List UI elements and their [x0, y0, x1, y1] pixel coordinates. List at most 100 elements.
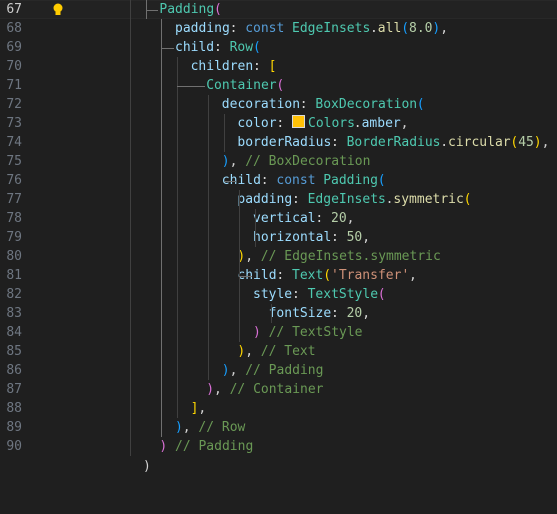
indent-guide-branch	[177, 86, 206, 87]
code-token-partial: )	[143, 459, 151, 474]
code-token: symmetric	[393, 192, 464, 207]
indent-guide	[130, 0, 132, 456]
code-token: const	[245, 21, 293, 36]
code-token: // TextStyle	[268, 325, 363, 340]
code-line[interactable]: 73 color: Colors. amber,	[0, 114, 557, 133]
code-line[interactable]: 79 horizontal: 50,	[0, 228, 557, 247]
code-token: ,	[440, 21, 449, 36]
line-number: 79	[6, 230, 22, 245]
code-token: :	[315, 211, 332, 226]
code-token: ,	[400, 116, 409, 131]
code-token: borderRadius	[237, 135, 332, 150]
code-token: ,	[182, 420, 199, 435]
code-line[interactable]: 81 child: Text('Transfer',	[0, 266, 557, 285]
code-token: )	[253, 325, 261, 340]
line-number: 80	[6, 249, 22, 264]
line-number: 77	[6, 192, 22, 207]
line-number: 68	[6, 21, 22, 36]
lightbulb-icon[interactable]	[52, 3, 64, 16]
code-token: )	[432, 21, 441, 36]
code-line[interactable]: 76 child: const Padding(	[0, 171, 557, 190]
color-swatch-icon[interactable]	[292, 115, 305, 128]
line-number: 82	[6, 287, 22, 302]
indent-guide-branch	[223, 181, 237, 182]
line-number: 76	[6, 173, 22, 188]
code-line[interactable]: 68 padding: const EdgeInsets. all(8.0),	[0, 19, 557, 38]
code-token: padding	[237, 192, 293, 207]
code-token: :	[276, 268, 293, 283]
code-token: .	[440, 135, 449, 150]
code-line[interactable]: 83 fontSize: 20,	[0, 304, 557, 323]
code-token: // Text	[260, 344, 316, 359]
code-token: all	[377, 21, 402, 36]
code-token: ,	[409, 268, 417, 283]
code-token: style	[253, 287, 293, 302]
code-token: )	[175, 420, 183, 435]
code-token: EdgeInsets	[307, 192, 386, 207]
code-token: BorderRadius	[346, 135, 441, 150]
code-token: :	[276, 116, 293, 131]
code-token: color	[237, 116, 277, 131]
code-token: 'Transfer'	[331, 268, 410, 283]
line-number: 73	[6, 116, 22, 131]
code-line[interactable]: 82 style: TextStyle(	[0, 285, 557, 304]
code-token: )	[221, 154, 230, 169]
code-token: :	[292, 287, 308, 302]
code-line[interactable]: 67 Padding(	[0, 0, 557, 19]
code-line[interactable]: 88],	[0, 399, 557, 418]
code-line[interactable]: 75), // BoxDecoration	[0, 152, 557, 171]
code-token: (	[463, 192, 472, 207]
code-token: 20	[331, 211, 347, 226]
line-number: 75	[6, 154, 22, 169]
code-token: 8.0	[409, 21, 433, 36]
code-line[interactable]: 74 borderRadius: BorderRadius. circular(45…	[0, 133, 557, 152]
code-token: ,	[229, 154, 246, 169]
code-line[interactable]: 78 vertical: 20,	[0, 209, 557, 228]
code-line[interactable]: 71 Container(	[0, 76, 557, 95]
code-token: [	[268, 59, 277, 74]
code-token: )	[221, 363, 230, 378]
code-token: // BoxDecoration	[245, 154, 371, 169]
code-token: )	[533, 135, 542, 150]
code-token: ,	[362, 230, 371, 245]
code-token: fontSize	[268, 306, 332, 321]
line-number: 78	[6, 211, 22, 226]
indent-guide	[270, 304, 272, 323]
code-token: ,	[245, 249, 261, 264]
code-token: 20	[346, 306, 363, 321]
code-line[interactable]: 90) // Padding	[0, 437, 557, 456]
code-token: horizontal	[253, 230, 332, 245]
code-token: Padding	[159, 2, 215, 17]
code-token: ,	[245, 344, 261, 359]
code-line[interactable]: 70 children: [	[0, 57, 557, 76]
line-number: 87	[6, 382, 22, 397]
code-line[interactable]: 77 padding: EdgeInsets. symmetric(	[0, 190, 557, 209]
code-token: amber	[361, 116, 401, 131]
code-token: :	[331, 135, 347, 150]
code-line[interactable]: 89), // Row	[0, 418, 557, 437]
code-editor[interactable]: ), // Scaffold 67Padding(68padding: cons…	[0, 0, 557, 474]
code-token: :	[331, 230, 347, 245]
code-token: ,	[229, 363, 246, 378]
code-token: ,	[214, 382, 230, 397]
code-token: :	[253, 59, 269, 74]
indent-guide-branch	[161, 48, 174, 49]
code-line[interactable]: 85), // Text	[0, 342, 557, 361]
code-line[interactable]: 72 decoration: BoxDecoration(	[0, 95, 557, 114]
line-number: 84	[6, 325, 22, 340]
code-token: ]	[190, 401, 199, 416]
code-line[interactable]: 84) // TextStyle	[0, 323, 557, 342]
code-line-partial-bottom[interactable]: )	[0, 457, 557, 476]
code-line[interactable]: 87), // Container	[0, 380, 557, 399]
code-token: child	[175, 40, 215, 55]
code-token: Colors	[292, 114, 355, 133]
code-line[interactable]: 80), // EdgeInsets.symmetric	[0, 247, 557, 266]
code-token: // Padding	[245, 363, 324, 378]
code-token: TextStyle	[307, 287, 379, 302]
code-line[interactable]: 86), // Padding	[0, 361, 557, 380]
line-number: 85	[6, 344, 22, 359]
code-line[interactable]: 69 child: Row(	[0, 38, 557, 57]
code-token: Padding	[323, 173, 378, 188]
